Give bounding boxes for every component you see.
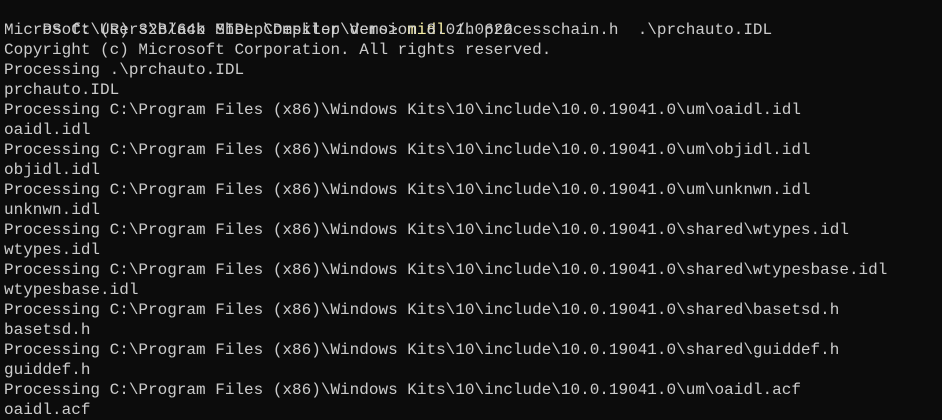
output-line: Processing C:\Program Files (x86)\Window… xyxy=(4,381,801,399)
output-line: Processing C:\Program Files (x86)\Window… xyxy=(4,261,888,279)
output-line: Processing C:\Program Files (x86)\Window… xyxy=(4,101,801,119)
output-line: unknwn.idl xyxy=(4,201,101,219)
output-line: Processing C:\Program Files (x86)\Window… xyxy=(4,301,840,319)
output-line: oaidl.idl xyxy=(4,121,91,139)
terminal-window[interactable]: PS C:\Users\Black Sheep\Desktop\demo> mi… xyxy=(0,0,942,420)
output-line: prchauto.IDL xyxy=(4,81,120,99)
output-line: Processing .\prchauto.IDL xyxy=(4,61,245,79)
output-line: basetsd.h xyxy=(4,321,91,339)
output-line: Copyright (c) Microsoft Corporation. All… xyxy=(4,41,552,59)
output-line: Processing C:\Program Files (x86)\Window… xyxy=(4,221,849,239)
output-line: wtypes.idl xyxy=(4,241,101,259)
output-line: wtypesbase.idl xyxy=(4,281,139,299)
output-line: oaidl.acf xyxy=(4,401,91,419)
output-line: guiddef.h xyxy=(4,361,91,379)
output-line: Processing C:\Program Files (x86)\Window… xyxy=(4,141,811,159)
output-line: Processing C:\Program Files (x86)\Window… xyxy=(4,341,840,359)
output-line: objidl.idl xyxy=(4,161,101,179)
command-line: PS C:\Users\Black Sheep\Desktop\demo> mi… xyxy=(4,0,942,39)
output-line: Microsoft (R) 32b/64b MIDL Compiler Vers… xyxy=(4,21,513,39)
output-line: Processing C:\Program Files (x86)\Window… xyxy=(4,181,811,199)
